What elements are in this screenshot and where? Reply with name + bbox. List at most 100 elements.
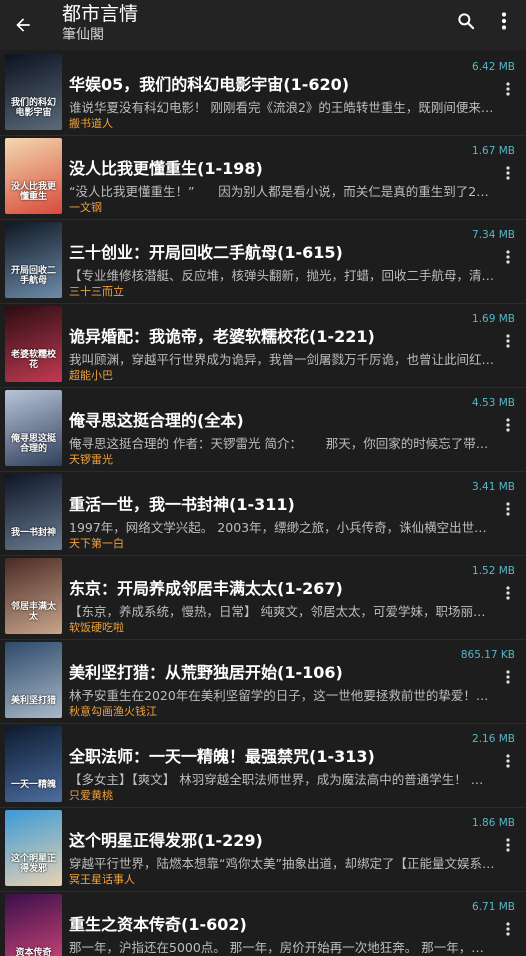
- book-title: 三十创业：开局回收二手航母(1-615): [69, 243, 343, 262]
- book-intro: 我叫顾渊，穿越平行世界成为诡异，我曾一剑屠戮万千厉诡，也曾让此间红…: [69, 352, 495, 367]
- more-vertical-icon: [506, 250, 510, 264]
- book-list: 我们的科幻电影宇宙 6.42 MB 华娱05，我们的科幻电影宇宙(1-620) 谁说华…: [0, 52, 526, 956]
- top-toolbar: 都市言情 筆仙閣: [0, 0, 526, 50]
- cover-title-art: 俺寻思这挺合理的: [10, 434, 56, 454]
- book-list-item[interactable]: 美利坚打猎 865.17 KB 美利坚打猎：从荒野独居开始(1-106) 林予安重生在…: [0, 640, 526, 724]
- book-list-item[interactable]: 没人比我更懂重生 1.67 MB 没人比我更懂重生(1-198) “没人比我更懂重生！…: [0, 136, 526, 220]
- book-author: 秋意勾画渔火钱江: [69, 705, 157, 718]
- item-more-button[interactable]: [500, 498, 516, 520]
- book-intro: 【多女主】【爽文】 林羽穿越全职法师世界，成为魔法高中的普通学生！ 博…: [69, 772, 495, 787]
- book-author: 一文钢: [69, 201, 102, 214]
- book-cover-image: 开局回收二手航母: [5, 222, 62, 298]
- item-more-button[interactable]: [500, 918, 516, 940]
- arrow-left-icon: [16, 18, 30, 32]
- more-vertical-icon: [506, 670, 510, 684]
- book-list-item[interactable]: 邻居丰满太太 1.52 MB 东京：开局养成邻居丰满太太(1-267) 【东京，养成系…: [0, 556, 526, 640]
- more-vertical-icon: [506, 754, 510, 768]
- book-author: 三十三而立: [69, 285, 124, 298]
- more-vertical-icon: [506, 838, 510, 852]
- book-file-size: 865.17 KB: [460, 649, 515, 661]
- cover-title-art: 邻居丰满太太: [10, 602, 56, 622]
- back-button[interactable]: [0, 2, 46, 48]
- book-cover-image: 俺寻思这挺合理的: [5, 390, 62, 466]
- book-list-item[interactable]: 老婆软糯校花 1.69 MB 诡异婚配：我诡帝，老婆软糯校花(1-221) 我叫顾渊，…: [0, 304, 526, 388]
- book-author: 冥王星话事人: [69, 873, 135, 886]
- item-more-button[interactable]: [500, 162, 516, 184]
- cover-title-art: 一天一精魄: [10, 780, 56, 790]
- book-list-item[interactable]: 一天一精魄 2.16 MB 全职法师：一天一精魄！最强禁咒(1-313) 【多女主】【…: [0, 724, 526, 808]
- book-intro: 林予安重生在2020年在美利坚留学的日子，这一世他要拯救前世的挚爱！…: [69, 688, 489, 703]
- book-cover-image: 美利坚打猎: [5, 642, 62, 718]
- book-cover-image: 老婆软糯校花: [5, 306, 62, 382]
- book-file-size: 1.86 MB: [472, 817, 515, 829]
- book-title: 重生之资本传奇(1-602): [69, 915, 247, 934]
- book-title: 美利坚打猎：从荒野独居开始(1-106): [69, 663, 343, 682]
- book-list-item[interactable]: 俺寻思这挺合理的 4.53 MB 俺寻思这挺合理的(全本) 俺寻思这挺合理的 作者：天…: [0, 388, 526, 472]
- book-file-size: 6.71 MB: [472, 901, 515, 913]
- more-vertical-icon: [506, 922, 510, 936]
- more-vertical-icon: [506, 502, 510, 516]
- book-cover-image: 我一书封神: [5, 474, 62, 550]
- app-root: 都市言情 筆仙閣 我们的科幻电影宇宙 6.42 MB 华娱05，我们的科幻电影宇宙(…: [0, 0, 526, 956]
- search-icon: [458, 13, 475, 30]
- book-author: 天锣雷光: [69, 453, 113, 466]
- item-more-button[interactable]: [500, 414, 516, 436]
- book-cover-image: 我们的科幻电影宇宙: [5, 54, 62, 130]
- book-title: 重活一世，我一书封神(1-311): [69, 495, 295, 514]
- book-list-item[interactable]: 开局回收二手航母 7.34 MB 三十创业：开局回收二手航母(1-615) 【专业维修…: [0, 220, 526, 304]
- book-intro: 谁说华夏没有科幻电影！ 刚刚看完《流浪2》的王皓转世重生，既刚间便来…: [69, 100, 494, 115]
- book-list-item[interactable]: 我一书封神 3.41 MB 重活一世，我一书封神(1-311) 1997年，网络文学兴…: [0, 472, 526, 556]
- book-author: 搬书道人: [69, 117, 113, 130]
- cover-title-art: 资本传奇: [15, 948, 52, 956]
- more-vertical-icon: [506, 334, 510, 348]
- book-file-size: 6.42 MB: [472, 61, 515, 73]
- book-author: 软饭硬吃啦: [69, 621, 124, 634]
- book-cover-image: 没人比我更懂重生: [5, 138, 62, 214]
- book-title: 俺寻思这挺合理的(全本): [69, 411, 244, 430]
- cover-title-art: 我一书封神: [10, 528, 56, 538]
- item-more-button[interactable]: [500, 78, 516, 100]
- item-more-button[interactable]: [500, 834, 516, 856]
- book-cover-image: 这个明星正得发邪: [5, 810, 62, 886]
- book-title: 没人比我更懂重生(1-198): [69, 159, 263, 178]
- cover-title-art: 开局回收二手航母: [10, 266, 56, 286]
- more-vertical-icon: [506, 586, 510, 600]
- overflow-menu-button[interactable]: [488, 4, 520, 38]
- book-file-size: 1.52 MB: [472, 565, 515, 577]
- book-cover-image: 邻居丰满太太: [5, 558, 62, 634]
- book-list-item[interactable]: 我们的科幻电影宇宙 6.42 MB 华娱05，我们的科幻电影宇宙(1-620) 谁说华…: [0, 52, 526, 136]
- book-author: 天下第一白: [69, 537, 124, 550]
- item-more-button[interactable]: [500, 246, 516, 268]
- page-subtitle: 筆仙閣: [62, 27, 104, 43]
- book-title: 诡异婚配：我诡帝，老婆软糯校花(1-221): [69, 327, 375, 346]
- page-title: 都市言情: [62, 3, 139, 25]
- cover-title-art: 这个明星正得发邪: [10, 854, 56, 874]
- item-more-button[interactable]: [500, 666, 516, 688]
- book-intro: 1997年，网络文学兴起。 2003年，缥缈之旅，小兵传奇，诛仙横空出世。…: [69, 520, 495, 535]
- more-vertical-icon: [506, 418, 510, 432]
- book-intro: 穿越平行世界，陆燃本想靠“鸡你太美”抽象出道，却绑定了【正能量文娱系…: [69, 856, 495, 871]
- book-list-item[interactable]: 这个明星正得发邪 1.86 MB 这个明星正得发邪(1-229) 穿越平行世界，陆燃本…: [0, 808, 526, 892]
- book-title: 全职法师：一天一精魄！最强禁咒(1-313): [69, 747, 375, 766]
- book-intro: 【专业维修核潜艇、反应堆，核弹头翻新，抛光，打蜡，回收二手航母，清…: [69, 268, 495, 283]
- cover-title-art: 老婆软糯校花: [10, 350, 56, 370]
- book-author: 超能小巴: [69, 369, 113, 382]
- item-more-button[interactable]: [500, 582, 516, 604]
- book-title: 东京：开局养成邻居丰满太太(1-267): [69, 579, 343, 598]
- title-block: 都市言情 筆仙閣: [62, 2, 138, 44]
- item-more-button[interactable]: [500, 330, 516, 352]
- book-author: 只爱黄桃: [69, 789, 113, 802]
- book-title: 华娱05，我们的科幻电影宇宙(1-620): [69, 75, 350, 94]
- book-intro: 【东京，养成系统，慢热，日常】 纯爽文，邻居太太，可爱学妹，职场丽人…: [69, 604, 495, 619]
- item-more-button[interactable]: [500, 750, 516, 772]
- cover-title-art: 没人比我更懂重生: [10, 182, 56, 202]
- book-file-size: 1.69 MB: [472, 313, 515, 325]
- more-vertical-icon: [501, 12, 507, 30]
- book-file-size: 1.67 MB: [472, 145, 515, 157]
- book-cover-image: 一天一精魄: [5, 726, 62, 802]
- book-list-item[interactable]: 资本传奇 6.71 MB 重生之资本传奇(1-602) 那一年，沪指还在5000点。 …: [0, 892, 526, 956]
- search-button[interactable]: [449, 4, 483, 38]
- book-intro: 那一年，沪指还在5000点。 那一年，房价开始再一次地狂奔。 那一年，移…: [69, 940, 495, 955]
- cover-title-art: 我们的科幻电影宇宙: [10, 98, 56, 118]
- book-intro: 俺寻思这挺合理的 作者：天锣雷光 简介： 那天，你回家的时候忘了带钥…: [69, 436, 495, 451]
